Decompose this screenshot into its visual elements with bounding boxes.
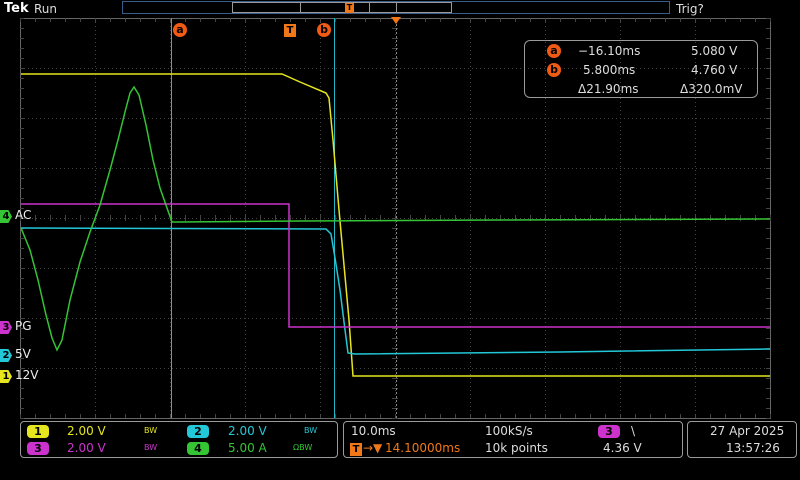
trigger-position-marker-icon <box>391 17 401 24</box>
ch1-scale[interactable]: 2.00 V <box>67 424 106 438</box>
trigger-position-icon: T <box>350 443 362 456</box>
ch2-bw-limit: BW <box>304 426 318 435</box>
ch3-ground-label[interactable]: 3 PG <box>0 319 32 334</box>
date-readout: 27 Apr 2025 <box>710 424 785 438</box>
horizontal-scale[interactable]: 10.0ms <box>351 424 396 438</box>
ch4-ground-marker: 4 <box>0 210 12 223</box>
readout-b-marker: b <box>547 63 561 77</box>
trigger-delay-arrow-icon: →▼ <box>363 441 383 455</box>
cursor-b-value: 4.760 V <box>691 63 738 77</box>
ch4-scale[interactable]: 5.00 A <box>228 441 267 455</box>
time-readout: 13:57:26 <box>726 441 780 455</box>
timebase-trigger-panel[interactable]: 10.0ms 100kS/s T →▼ 14.10000ms 10k point… <box>343 421 683 458</box>
cursor-b-marker[interactable]: b <box>317 23 331 37</box>
ch3-label-text: PG <box>15 319 32 333</box>
ch4-bw-limit: ΩBW <box>293 443 313 452</box>
cursor-a-marker[interactable]: a <box>173 23 187 37</box>
ch1-ground-label[interactable]: 1 12V <box>0 368 39 383</box>
ch2-badge[interactable]: 2 <box>187 425 209 438</box>
ch3-scale[interactable]: 2.00 V <box>67 441 106 455</box>
sample-rate: 100kS/s <box>485 424 533 438</box>
trigger-source-badge[interactable]: 3 <box>598 425 620 438</box>
ch1-ground-marker: 1 <box>0 370 12 383</box>
ch2-scale[interactable]: 2.00 V <box>228 424 267 438</box>
ch3-ground-marker: 3 <box>0 321 12 334</box>
ch1-bw-limit: BW <box>144 426 158 435</box>
falling-edge-slope-icon: \ <box>631 424 636 438</box>
cursor-delta-value: Δ320.0mV <box>680 82 743 96</box>
ch4-label-text: AC <box>15 208 32 222</box>
ch3-bw-limit: BW <box>144 443 158 452</box>
cursor-a-time: −16.10ms <box>578 44 641 58</box>
datetime-panel: 27 Apr 2025 13:57:26 <box>687 421 797 458</box>
cursor-delta-time: Δ21.90ms <box>578 82 639 96</box>
readout-a-marker: a <box>547 44 561 58</box>
ch2-label-text: 5V <box>15 347 31 361</box>
ch2-ground-marker: 2 <box>0 349 12 362</box>
cursor-b-time: 5.800ms <box>583 63 636 77</box>
ch1-badge[interactable]: 1 <box>27 425 49 438</box>
ch4-badge[interactable]: 4 <box>187 442 209 455</box>
oscilloscope-screen: Tek Run T Trig? a T b a −16.10ms 5.080 V… <box>0 0 800 480</box>
trigger-marker-icon[interactable]: T <box>284 24 296 37</box>
ch4-ground-label[interactable]: 4 AC <box>0 208 32 223</box>
cursor-a-value: 5.080 V <box>691 44 738 58</box>
trigger-level[interactable]: 4.36 V <box>603 441 642 455</box>
cursor-readout-box: a −16.10ms 5.080 V b 5.800ms 4.760 V Δ21… <box>524 40 758 98</box>
ch1-label-text: 12V <box>15 368 39 382</box>
record-length: 10k points <box>485 441 548 455</box>
ch2-ground-label[interactable]: 2 5V <box>0 347 31 362</box>
ch3-badge[interactable]: 3 <box>27 442 49 455</box>
channel-settings-panel[interactable]: 1 2.00 V BW 2 2.00 V BW 3 2.00 V BW 4 5.… <box>20 421 338 458</box>
trigger-position[interactable]: 14.10000ms <box>385 441 460 455</box>
